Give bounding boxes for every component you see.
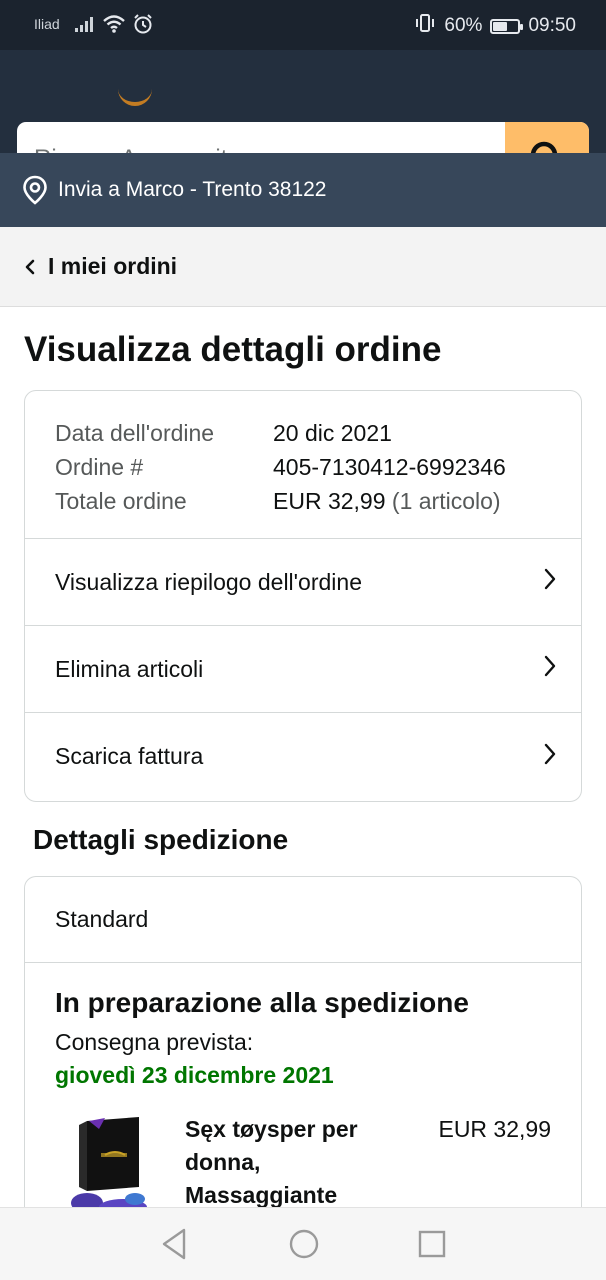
product-price: EUR 32,99: [438, 1116, 551, 1142]
shipping-section-title: Dettagli spedizione: [33, 824, 289, 855]
chevron-left-icon: [24, 258, 36, 276]
order-date-value: 20 dic 2021: [273, 420, 392, 446]
battery-level-fill: [493, 21, 508, 31]
location-pin-icon: [22, 175, 48, 205]
order-total-label: Totale ordine: [55, 488, 187, 514]
delivery-location-bar[interactable]: Invia a Marco - Trento 38122: [0, 153, 606, 227]
order-total-amount: EUR 32,99: [273, 488, 386, 514]
chevron-right-icon: [543, 742, 557, 772]
link-label: Scarica fattura: [55, 743, 204, 769]
order-details-card: Data dell'ordine 20 dic 2021 Ordine # 40…: [24, 390, 582, 802]
order-number-row: Ordine # 405-7130412-6992346: [25, 450, 581, 484]
order-date-label: Data dell'ordine: [55, 420, 215, 446]
recent-apps-square-icon[interactable]: [416, 1226, 448, 1262]
alarm-icon: [132, 13, 154, 40]
view-order-summary-link[interactable]: Visualizza riepilogo dell'ordine: [25, 539, 581, 626]
back-to-orders-link[interactable]: I miei ordini: [0, 227, 606, 307]
back-link-label: I miei ordini: [48, 253, 178, 279]
battery-percent: 60%: [444, 15, 483, 36]
back-triangle-icon[interactable]: [158, 1226, 190, 1262]
page-title: Visualizza dettagli ordine: [24, 330, 442, 369]
shipping-type: Standard: [25, 877, 581, 963]
delivery-address-text: Invia a Marco - Trento 38122: [58, 178, 327, 201]
shipment-status: In preparazione alla spedizione Consegna…: [25, 963, 581, 1233]
order-summary: Data dell'ordine 20 dic 2021 Ordine # 40…: [25, 391, 581, 539]
product-name[interactable]: Sęx tøysper per donna, Massaggiante: [185, 1113, 405, 1212]
link-label: Elimina articoli: [55, 655, 204, 682]
estimated-delivery-date: giovedì 23 dicembre 2021: [55, 1062, 334, 1088]
product-image[interactable]: [65, 1115, 155, 1215]
system-navigation-bar: [0, 1207, 606, 1280]
estimated-delivery-label: Consegna prevista:: [55, 1029, 254, 1055]
shipment-status-title: In preparazione alla spedizione: [55, 987, 469, 1018]
amazon-logo-smile: [118, 88, 152, 106]
download-invoice-link[interactable]: Scarica fattura: [25, 713, 581, 800]
battery-icon: [490, 18, 524, 34]
order-total-row: Totale ordine EUR 32,99 (1 articolo): [25, 484, 581, 518]
order-number-label: Ordine #: [55, 454, 144, 480]
carrier-name: Iliad: [34, 16, 60, 32]
vibrate-icon: [414, 12, 436, 40]
link-label: Visualizza riepilogo dell'ordine: [55, 568, 362, 595]
status-bar: Iliad 60% 09:50: [0, 0, 606, 50]
chevron-right-icon: [543, 567, 557, 597]
signal-icon: [74, 15, 96, 38]
chevron-right-icon: [543, 654, 557, 684]
order-date-row: Data dell'ordine 20 dic 2021: [25, 416, 581, 450]
remove-items-link[interactable]: Elimina articoli: [25, 626, 581, 713]
home-circle-icon[interactable]: [287, 1226, 321, 1262]
search-header: [0, 50, 606, 196]
shipping-details-card: Standard In preparazione alla spedizione…: [24, 876, 582, 1236]
wifi-icon: [102, 14, 126, 39]
clock-time: 09:50: [528, 15, 576, 36]
order-total-value: EUR 32,99 (1 articolo): [273, 484, 501, 518]
order-item-count: (1 articolo): [391, 488, 501, 514]
order-number-value: 405-7130412-6992346: [273, 454, 506, 480]
